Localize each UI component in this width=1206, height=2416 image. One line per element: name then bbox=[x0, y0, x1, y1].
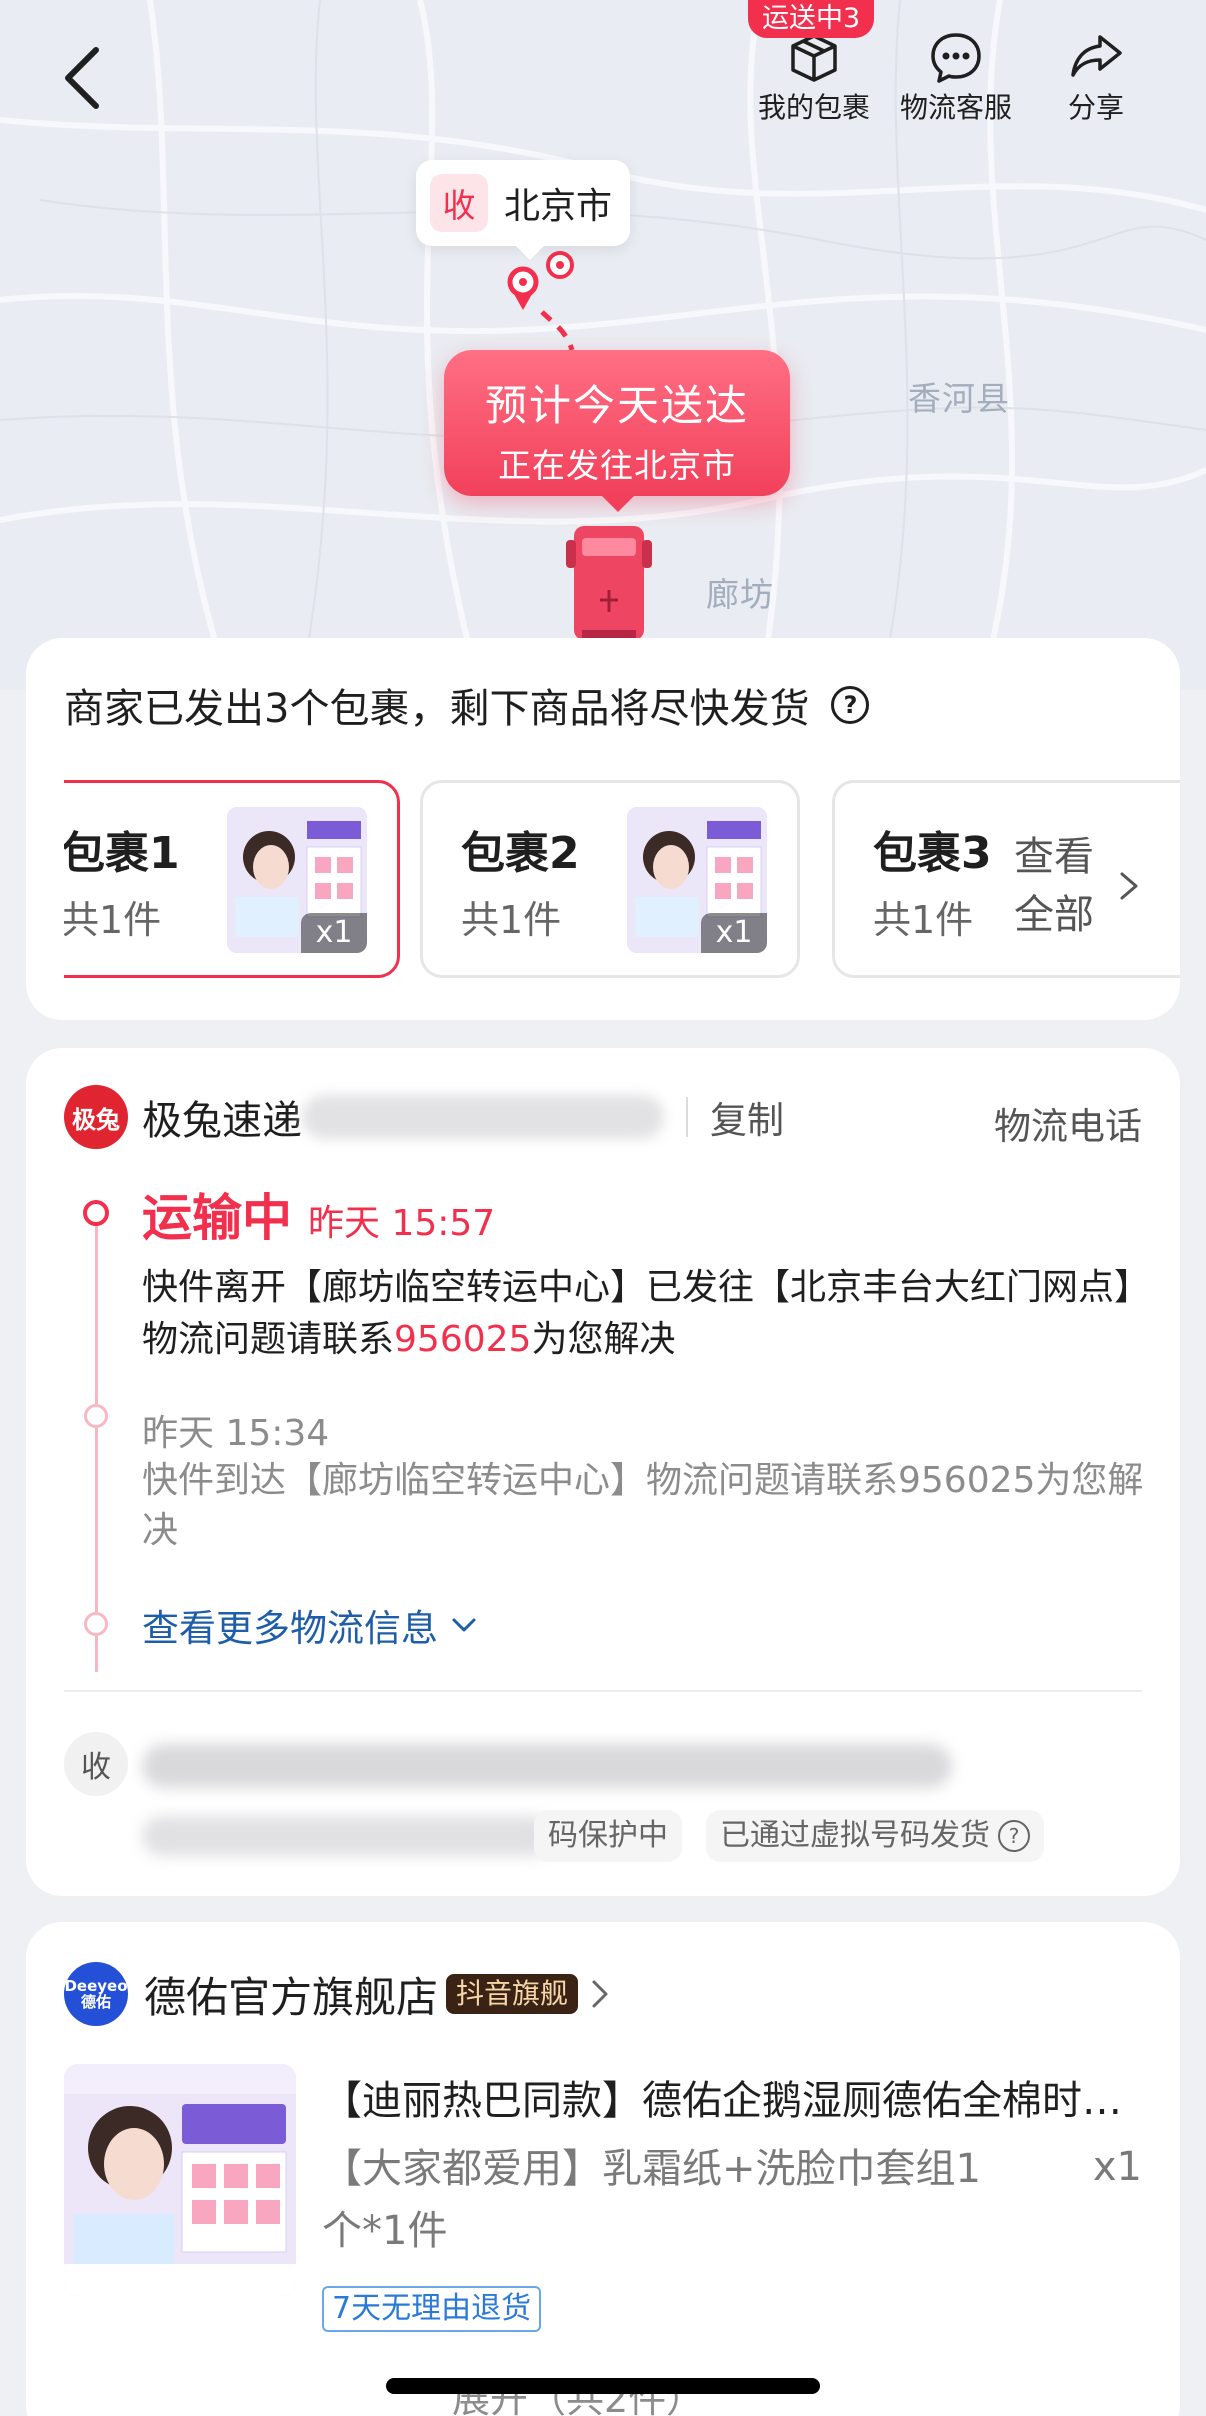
carrier-logo: 极兔 bbox=[64, 1085, 128, 1149]
latest-time: 昨天 15:57 bbox=[308, 1203, 496, 1244]
map-roads bbox=[0, 0, 1206, 690]
package-count: 共1件 bbox=[873, 898, 974, 942]
more-logistics-label: 查看更多物流信息 bbox=[142, 1607, 438, 1650]
previous-event-text: 快件到达【廊坊临空转运中心】物流问题请联系956025为您解决 bbox=[142, 1460, 1144, 1551]
receiver-pin: 收 北京市 bbox=[416, 160, 630, 260]
view-all-packages-button[interactable]: 查看全部 bbox=[1014, 816, 1174, 956]
shop-logo-text: Deeyeo bbox=[64, 1977, 128, 1995]
latest-status: 运输中 bbox=[142, 1189, 292, 1247]
timeline-line bbox=[95, 1214, 98, 1672]
packages-card: 商家已发出3个包裹，剩下商品将尽快发货 ? 包裹1 共1件 x1 包裹2 共1件… bbox=[26, 638, 1180, 1020]
map-label-xianghe: 香河县 bbox=[908, 379, 1010, 418]
shop-logo-text-cn: 德佑 bbox=[80, 1993, 111, 2011]
package-tab-2[interactable]: 包裹2 共1件 x1 bbox=[420, 780, 800, 978]
previous-event-time: 昨天 15:34 bbox=[142, 1413, 330, 1454]
package-qty: x1 bbox=[701, 913, 767, 953]
package-count: 共1件 bbox=[64, 898, 162, 942]
shop-logo: Deeyeo 德佑 bbox=[64, 1962, 128, 2026]
share-icon bbox=[1071, 35, 1122, 77]
logistics-card: 极兔 极兔速递 复制 物流电话 运输中 昨天 15:57 快件离开【廊坊临空转运… bbox=[26, 1048, 1180, 1896]
tracking-number-redacted bbox=[302, 1095, 664, 1139]
logistics-service-label: 物流客服 bbox=[899, 91, 1012, 124]
receiver-tag: 收 bbox=[430, 174, 488, 232]
product-image-icon bbox=[64, 2064, 296, 2296]
share-label: 分享 bbox=[1067, 91, 1124, 124]
package-thumbnail: x1 bbox=[627, 807, 767, 953]
return-policy-tag: 7天无理由退货 bbox=[322, 2286, 542, 2332]
back-button[interactable] bbox=[58, 38, 118, 118]
product-image[interactable] bbox=[64, 2064, 296, 2296]
my-packages-label: 我的包裹 bbox=[757, 91, 870, 124]
flagship-badge: 抖音旗舰 bbox=[446, 1974, 579, 2014]
virtual-number-tag[interactable]: 已通过虚拟号码发货 ? bbox=[706, 1810, 1044, 1862]
product-spec: 【大家都爱用】乳霜纸+洗脸巾套组1个*1件 bbox=[322, 2146, 981, 2254]
product-title[interactable]: 【迪丽热巴同款】德佑企鹅湿厕德佑全棉时代洗脸巾 bbox=[322, 2068, 1158, 2126]
latest-event-header: 运输中 昨天 15:57 bbox=[142, 1178, 495, 1250]
virtual-number-label: 已通过虚拟号码发货 bbox=[720, 1818, 990, 1853]
truck-icon bbox=[566, 526, 652, 640]
share-button[interactable]: 分享 bbox=[1046, 28, 1146, 126]
logistics-phone-button[interactable]: 物流电话 bbox=[994, 1096, 1142, 1150]
timeline-dot bbox=[84, 1404, 108, 1428]
eta-title: 预计今天送达 bbox=[484, 381, 749, 430]
receiver-name-redacted bbox=[142, 1816, 554, 1856]
latest-event-text: 快件离开【廊坊临空转运中心】已发往【北京丰台大红门网点】物流问题请联系95602… bbox=[142, 1262, 1152, 1366]
eta-subtitle: 正在发往北京市 bbox=[498, 446, 736, 485]
package-strip[interactable]: 包裹1 共1件 x1 包裹2 共1件 x1 包裹3 共1件 查看全部 bbox=[64, 780, 1180, 986]
map-view[interactable]: 香河县 廊坊 收 北京市 预计今天送达 正在发往北京市 我的包裹 运送中3 物流… bbox=[0, 0, 1206, 690]
package-name: 包裹2 bbox=[461, 828, 580, 879]
product-qty: x1 bbox=[1092, 2144, 1142, 2190]
packages-summary: 商家已发出3个包裹，剩下商品将尽快发货 ? bbox=[64, 676, 870, 734]
logistics-service-button[interactable]: 物流客服 bbox=[894, 28, 1018, 126]
chevron-right-icon bbox=[1120, 872, 1138, 900]
map-label-langfang: 廊坊 bbox=[706, 575, 774, 614]
eta-bubble: 预计今天送达 正在发往北京市 bbox=[444, 350, 790, 512]
divider bbox=[64, 1690, 1142, 1692]
receiver-tag: 收 bbox=[64, 1732, 128, 1796]
help-icon[interactable]: ? bbox=[998, 1820, 1030, 1852]
address-redacted bbox=[142, 1744, 952, 1788]
chevron-left-icon bbox=[65, 47, 99, 109]
view-all-label: 查看全部 bbox=[1014, 834, 1094, 938]
carrier-name: 极兔速递 bbox=[142, 1098, 302, 1144]
chat-icon bbox=[931, 33, 981, 83]
timeline-dot-current bbox=[83, 1200, 109, 1226]
package-qty: x1 bbox=[301, 913, 367, 953]
chevron-right-icon bbox=[592, 1980, 608, 2008]
copy-button[interactable]: 复制 bbox=[710, 1090, 784, 1144]
package-count: 共1件 bbox=[461, 898, 562, 942]
home-indicator[interactable] bbox=[386, 2378, 820, 2394]
receiver-city: 北京市 bbox=[504, 186, 613, 227]
latest-text-after: 为您解决 bbox=[531, 1319, 676, 1360]
packages-summary-text: 商家已发出3个包裹，剩下商品将尽快发货 bbox=[64, 686, 810, 732]
package-icon bbox=[791, 34, 837, 82]
carrier-row: 极兔 极兔速递 复制 bbox=[64, 1084, 784, 1150]
more-logistics-button[interactable]: 查看更多物流信息 bbox=[142, 1598, 482, 1652]
timeline-dot bbox=[84, 1612, 108, 1636]
package-name: 包裹1 bbox=[64, 828, 180, 879]
my-packages-button[interactable]: 我的包裹 bbox=[752, 28, 876, 126]
chevron-down-icon bbox=[452, 1618, 476, 1632]
package-name: 包裹3 bbox=[873, 828, 992, 879]
package-tab-1[interactable]: 包裹1 共1件 x1 bbox=[64, 780, 400, 978]
service-phone-link[interactable]: 956025 bbox=[394, 1319, 531, 1360]
shop-row[interactable]: Deeyeo 德佑 德佑官方旗舰店 抖音旗舰 bbox=[64, 1962, 612, 2026]
divider bbox=[686, 1097, 688, 1137]
privacy-protection-tag: 码保护中 bbox=[534, 1810, 682, 1862]
help-icon[interactable]: ? bbox=[831, 686, 870, 724]
order-item-card: Deeyeo 德佑 德佑官方旗舰店 抖音旗舰 【迪丽热巴同款】德佑企鹅湿厕德佑全… bbox=[26, 1922, 1180, 2416]
shop-name: 德佑官方旗舰店 bbox=[144, 1972, 439, 2022]
package-thumbnail: x1 bbox=[227, 807, 367, 953]
in-transit-badge: 运送中3 bbox=[748, 0, 875, 38]
